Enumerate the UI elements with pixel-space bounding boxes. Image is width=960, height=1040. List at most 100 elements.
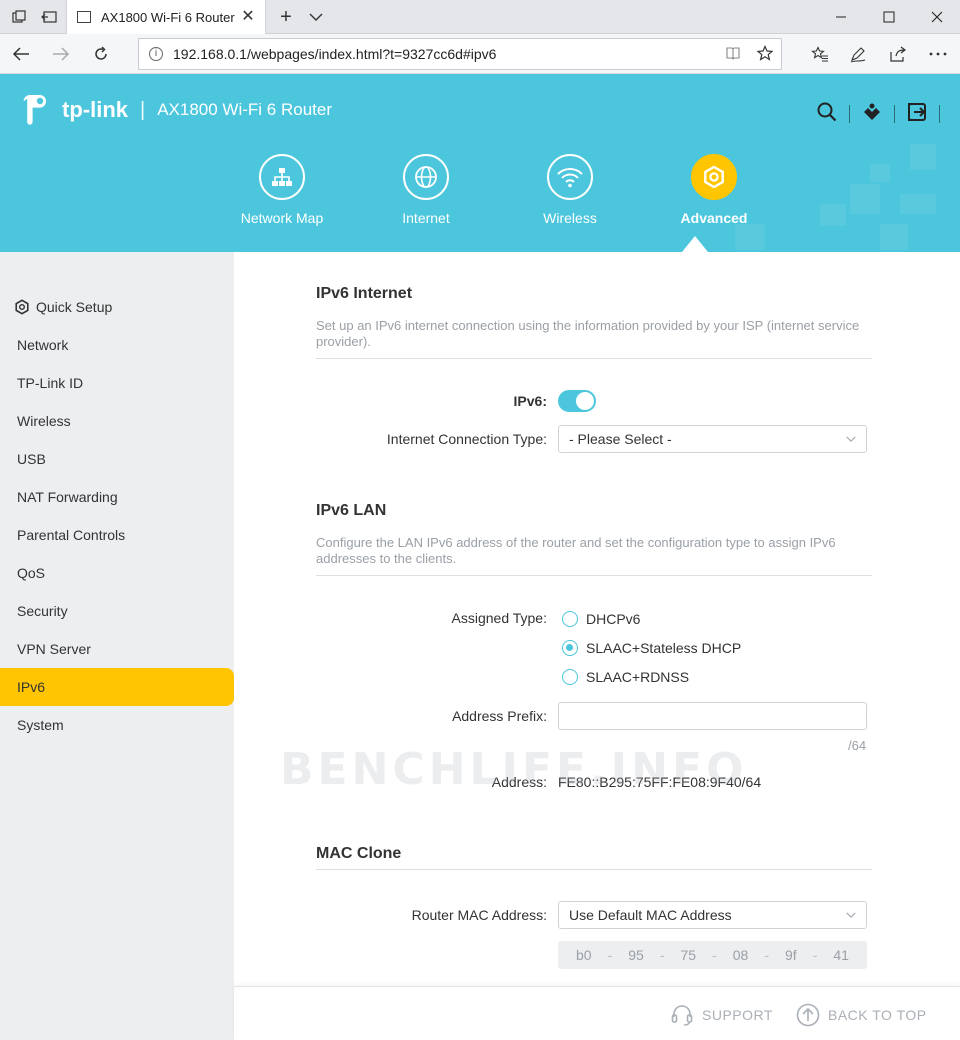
tab-wireless[interactable]: Wireless [498,154,642,226]
router-mac-label: Router MAC Address: [411,907,547,923]
search-icon[interactable] [817,102,837,125]
favorites-list-icon[interactable] [808,42,832,66]
sidebar-item-label: IPv6 [17,679,46,695]
tab-internet[interactable]: Internet [354,154,498,226]
maximize-icon[interactable] [874,5,904,29]
address-prefix-label: Address Prefix: [452,708,547,724]
router-mac-value: Use Default MAC Address [569,907,732,923]
close-tab-icon[interactable]: ✕ [239,8,257,26]
sidebar-item-label: Wireless [17,413,71,429]
sidebar-item-qos[interactable]: QoS [0,554,234,592]
arrow-up-circle-icon [796,1003,820,1027]
section-title-mac-clone: MAC Clone [316,845,402,862]
back-arrow-icon[interactable] [8,42,34,66]
router-header: tp-link | AX1800 Wi-Fi 6 Router Network … [0,74,960,252]
sidebar-item-vpn-server[interactable]: VPN Server [0,630,234,668]
minimize-icon[interactable] [826,5,856,29]
sidebar-item-security[interactable]: Security [0,592,234,630]
divider [316,358,872,359]
tab-title: AX1800 Wi-Fi 6 Router [101,9,235,25]
sidebar-item-label: Quick Setup [36,299,113,315]
back-to-top-link[interactable]: BACK TO TOP [796,1003,927,1027]
radio-button[interactable] [562,669,578,685]
tab-actions-icon[interactable] [8,6,30,28]
radio-slaac-stateless-dhcp[interactable]: SLAAC+Stateless DHCP [562,640,741,656]
tp-link-logo[interactable]: tp-link | AX1800 Wi-Fi 6 Router [18,92,332,128]
radio-dhcpv6[interactable]: DHCPv6 [562,611,640,627]
tp-link-logo-icon [18,92,54,128]
close-window-icon[interactable] [922,5,952,29]
pen-icon[interactable] [846,42,870,66]
gear-icon [704,165,724,189]
sidebar-item-tp-link-id[interactable]: TP-Link ID [0,364,234,402]
gear-icon [15,299,29,315]
tab-label: Internet [402,210,450,226]
tab-label: Network Map [240,210,324,226]
router-mac-select[interactable]: Use Default MAC Address [558,901,867,929]
page-footer: SUPPORT BACK TO TOP [234,986,960,1040]
logout-icon[interactable] [907,102,927,125]
forward-arrow-icon[interactable] [48,42,74,66]
prefix-suffix: /64 [848,738,867,753]
section-title-ipv6-internet: IPv6 Internet [316,285,413,302]
sidebar-item-label: QoS [17,565,46,581]
reading-view-icon[interactable] [725,45,741,66]
watermark: BENCHLIFE.INFO [280,744,748,795]
support-label: SUPPORT [702,1007,773,1023]
sidebar-item-label: TP-Link ID [17,375,84,391]
more-options-icon[interactable] [926,42,950,66]
support-link[interactable]: SUPPORT [670,1003,773,1027]
sidebar-item-system[interactable]: System [0,706,234,744]
page-icon [77,11,91,23]
set-tabs-aside-icon[interactable] [38,6,60,28]
divider [316,575,872,576]
active-tab-pointer [682,236,708,252]
section-description: Configure the LAN IPv6 address of the ro… [316,535,836,566]
tether-app-icon[interactable] [862,102,882,125]
sidebar-item-usb[interactable]: USB [0,440,234,478]
ipv6-toggle[interactable] [558,390,596,412]
sidebar-item-network[interactable]: Network [0,326,234,364]
chevron-down-icon[interactable] [306,7,326,27]
sidebar-item-quick-setup[interactable]: Quick Setup [0,288,234,326]
radio-label: DHCPv6 [586,611,641,627]
favorite-star-icon[interactable] [756,45,774,66]
chevron-down-icon [846,912,856,918]
sidebar-item-label: Parental Controls [17,527,126,543]
main-content: IPv6 Internet Set up an IPv6 internet co… [234,252,960,986]
brand-separator: | [140,98,146,121]
sidebar-item-ipv6[interactable]: IPv6 [0,668,234,706]
sidebar-item-wireless[interactable]: Wireless [0,402,234,440]
section-title-ipv6-lan: IPv6 LAN [316,502,387,519]
radio-button[interactable] [562,611,578,627]
new-tab-icon[interactable]: + [276,5,296,29]
tab-advanced[interactable]: Advanced [642,154,786,226]
connection-type-label: Internet Connection Type: [386,431,547,447]
sidebar-item-parental-controls[interactable]: Parental Controls [0,516,234,554]
header-actions [817,102,940,125]
mac-address-field: b0 - 95 - 75 - 08 - 9f - 41 [558,941,867,969]
radio-slaac-rdnss[interactable]: SLAAC+RDNSS [562,669,689,685]
url-text: 192.168.0.1/webpages/index.html?t=9327cc… [173,46,497,62]
connection-type-select[interactable]: - Please Select - [558,425,867,453]
radio-button[interactable] [562,640,578,656]
address-prefix-input[interactable] [558,702,867,730]
browser-tab-active[interactable]: AX1800 Wi-Fi 6 Router ✕ [66,0,266,34]
url-field[interactable]: i 192.168.0.1/webpages/index.html?t=9327… [138,38,782,70]
tab-label: Advanced [680,210,748,226]
radio-label: SLAAC+Stateless DHCP [586,640,742,656]
sidebar-item-nat-forwarding[interactable]: NAT Forwarding [0,478,234,516]
refresh-icon[interactable] [88,42,114,66]
sidebar-item-label: NAT Forwarding [17,489,118,505]
brand-name: tp-link [62,97,128,122]
network-map-icon [272,168,292,186]
share-icon[interactable] [886,42,910,66]
tab-network-map[interactable]: Network Map [210,154,354,226]
assigned-type-label: Assigned Type: [451,610,547,626]
tab-label: Wireless [543,210,597,226]
site-info-icon[interactable]: i [149,47,163,61]
mac-octet: 08 [732,947,749,963]
connection-type-value: - Please Select - [569,431,672,447]
ipv6-label: IPv6: [513,393,547,409]
model-name: AX1800 Wi-Fi 6 Router [157,100,332,119]
